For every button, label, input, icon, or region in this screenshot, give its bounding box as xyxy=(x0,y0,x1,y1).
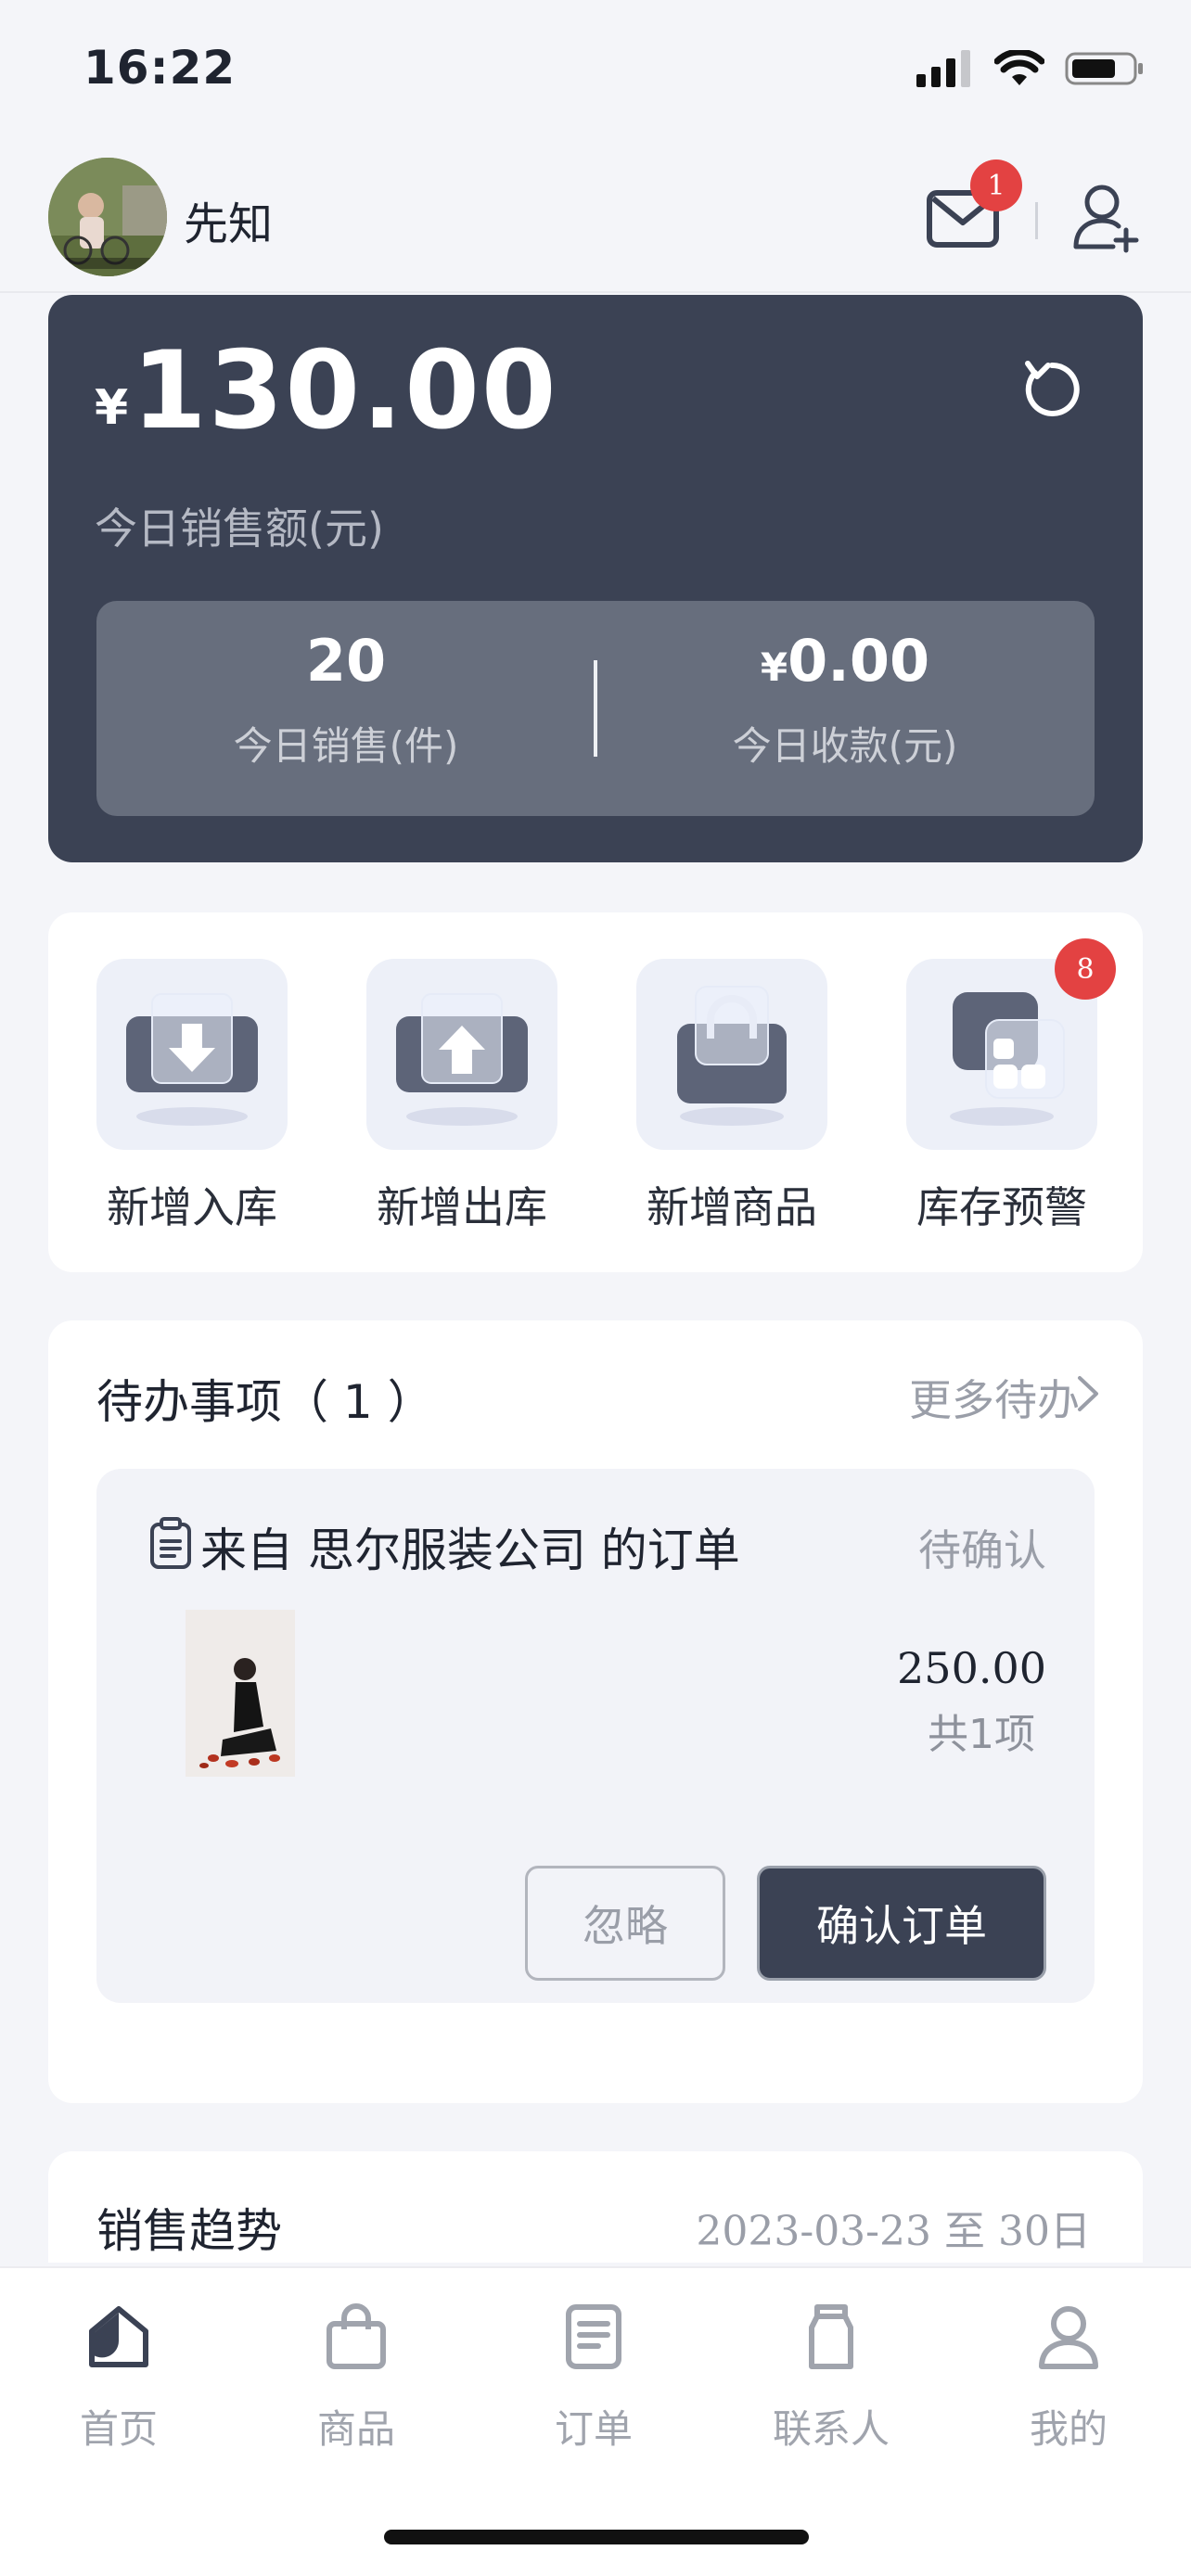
pending-order[interactable]: 来自 思尔服装公司 的订单 待确认 250.00 共1项 忽略 确认订单 xyxy=(96,1469,1095,2003)
order-item-count: 共1项 xyxy=(928,1711,1035,1758)
quick-action-stock-in[interactable]: 新增入库 xyxy=(85,959,299,1235)
stock-warning-icon: 8 xyxy=(906,938,1116,1150)
date-range-selector[interactable]: 2023-03-23 至 30日 xyxy=(696,2198,1091,2257)
username: 先知 xyxy=(184,198,274,250)
wifi-icon xyxy=(994,50,1044,85)
tab-contacts[interactable]: 联系人 xyxy=(712,2303,950,2455)
quick-action-label: 新增商品 xyxy=(647,1182,817,1232)
app-header: 先知 1 xyxy=(0,148,1191,293)
chevron-right-icon[interactable] xyxy=(1074,1374,1102,1413)
tab-label: 联系人 xyxy=(772,2406,890,2452)
today-stats: 20 今日销售(件) ¥0.00 今日收款(元) xyxy=(96,601,1095,816)
sales-summary-card: ¥ 130.00 今日销售额(元) 20 今日销售(件) ¥0.00 今日收款(… xyxy=(48,295,1143,862)
sales-amount: 130.00 xyxy=(132,328,558,453)
tab-orders[interactable]: 订单 xyxy=(475,2303,712,2455)
tab-label: 我的 xyxy=(1029,2406,1108,2452)
todo-card: 待办事项（ 1 ） 更多待办 来自 思尔服装公司 的订单 待确认 250.00 … xyxy=(48,1320,1143,2103)
quick-action-label: 新增出库 xyxy=(377,1182,547,1232)
tab-label: 首页 xyxy=(79,2406,158,2452)
order-title: 来自 思尔服装公司 的订单 xyxy=(200,1524,740,1577)
quick-action-stock-out[interactable]: 新增出库 xyxy=(355,959,569,1235)
tab-profile[interactable]: 我的 xyxy=(950,2303,1187,2455)
home-indicator xyxy=(384,2530,809,2544)
stat-number: 20 xyxy=(305,627,387,695)
stat-label: 今日销售(件) xyxy=(233,723,459,769)
home-icon xyxy=(89,2306,148,2367)
ignore-button[interactable]: 忽略 xyxy=(525,1866,725,1981)
status-bar: 16:22 xyxy=(0,0,1191,148)
stock-in-icon xyxy=(96,959,288,1150)
refresh-button[interactable] xyxy=(1015,352,1089,427)
status-time: 16:22 xyxy=(83,41,237,95)
status-icons xyxy=(916,50,1145,87)
stock-out-icon xyxy=(366,959,557,1150)
stat-received: ¥0.00 今日收款(元) xyxy=(596,601,1095,816)
clipboard-icon xyxy=(150,1517,191,1569)
quick-action-stock-warning[interactable]: 8 库存预警 xyxy=(895,938,1116,1235)
avatar-image xyxy=(48,158,167,276)
stat-label: 今日收款(元) xyxy=(732,723,958,769)
add-user-icon xyxy=(1073,185,1139,253)
order-status: 待确认 xyxy=(918,1525,1046,1575)
stat-number: 0.00 xyxy=(788,627,930,695)
order-price: 250.00 xyxy=(897,1643,1046,1693)
tab-label: 订单 xyxy=(554,2406,633,2452)
quick-action-label: 库存预警 xyxy=(916,1182,1087,1232)
order-icon xyxy=(566,2304,621,2369)
quick-action-add-product[interactable]: 新增商品 xyxy=(625,959,839,1235)
signal-icon xyxy=(916,50,970,87)
confirm-order-button[interactable]: 确认订单 xyxy=(757,1866,1046,1981)
stat-value: ¥0.00 xyxy=(596,627,1095,695)
stat-value: 20 xyxy=(96,627,596,695)
stat-sold-count: 20 今日销售(件) xyxy=(96,601,596,816)
currency-symbol: ¥ xyxy=(95,380,129,436)
battery-icon xyxy=(1065,52,1143,85)
tab-label: 商品 xyxy=(316,2406,395,2452)
more-todos-link[interactable]: 更多待办 xyxy=(909,1367,1080,1428)
tab-products[interactable]: 商品 xyxy=(237,2303,475,2455)
product-thumbnail xyxy=(186,1610,295,1777)
quick-actions-card: 新增入库 新增出库 新增商品 8 库存预警 xyxy=(48,912,1143,1272)
sales-trend-card: 销售趋势 2023-03-23 至 30日 xyxy=(48,2151,1143,2263)
stat-currency: ¥ xyxy=(760,644,788,690)
avatar[interactable] xyxy=(48,158,167,276)
profile-icon xyxy=(1039,2306,1098,2369)
quick-action-label: 新增入库 xyxy=(107,1182,277,1232)
add-user-button[interactable] xyxy=(1072,180,1143,254)
contacts-icon xyxy=(809,2304,853,2369)
tab-home[interactable]: 首页 xyxy=(0,2303,237,2455)
todo-title: 待办事项（ 1 ） xyxy=(96,1375,434,1429)
add-product-icon xyxy=(636,959,827,1150)
sales-trend-title: 销售趋势 xyxy=(96,2204,282,2258)
mail-badge: 1 xyxy=(970,159,1022,211)
stock-warning-badge: 8 xyxy=(1055,938,1116,1000)
header-divider xyxy=(1035,202,1038,239)
bag-icon xyxy=(327,2303,386,2369)
refresh-icon xyxy=(1025,361,1080,416)
sales-amount-label: 今日销售额(元) xyxy=(95,504,384,554)
